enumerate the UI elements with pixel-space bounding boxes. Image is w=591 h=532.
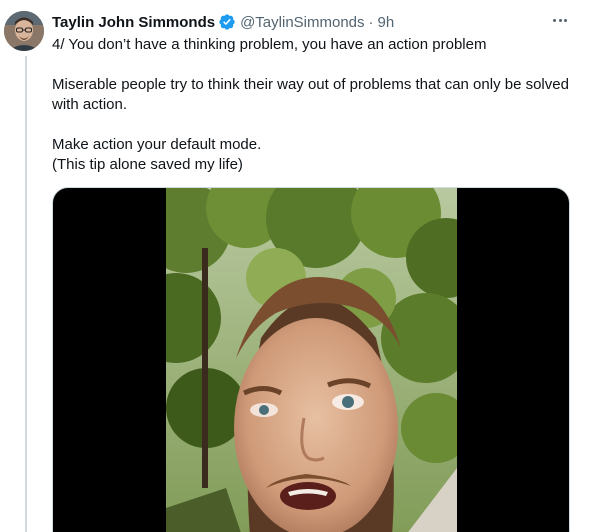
timestamp[interactable]: 9h (378, 14, 395, 31)
author-handle[interactable]: @TaylinSimmonds (240, 14, 364, 31)
separator-dot: · (368, 13, 374, 31)
more-options-icon[interactable] (549, 9, 571, 31)
avatar-image (4, 11, 44, 51)
tweet-header: Taylin John Simmonds @TaylinSimmonds · 9… (52, 12, 567, 32)
video-thumbnail (166, 188, 457, 532)
tweet-text-line: Miserable people try to think their way … (52, 76, 569, 113)
video-player[interactable] (52, 187, 570, 532)
tweet-text-line: Make action your default mode. (52, 136, 262, 153)
thread-connector-line (25, 56, 27, 532)
author-name[interactable]: Taylin John Simmonds (52, 14, 215, 31)
verified-badge-icon (218, 13, 236, 31)
video-frame[interactable] (166, 188, 457, 532)
author-avatar[interactable] (4, 11, 44, 51)
tweet-text: 4/ You don’t have a thinking problem, yo… (52, 35, 569, 175)
tweet-text-line: (This tip alone saved my life) (52, 156, 243, 173)
tweet-text-line: 4/ You don’t have a thinking problem, yo… (52, 36, 487, 53)
